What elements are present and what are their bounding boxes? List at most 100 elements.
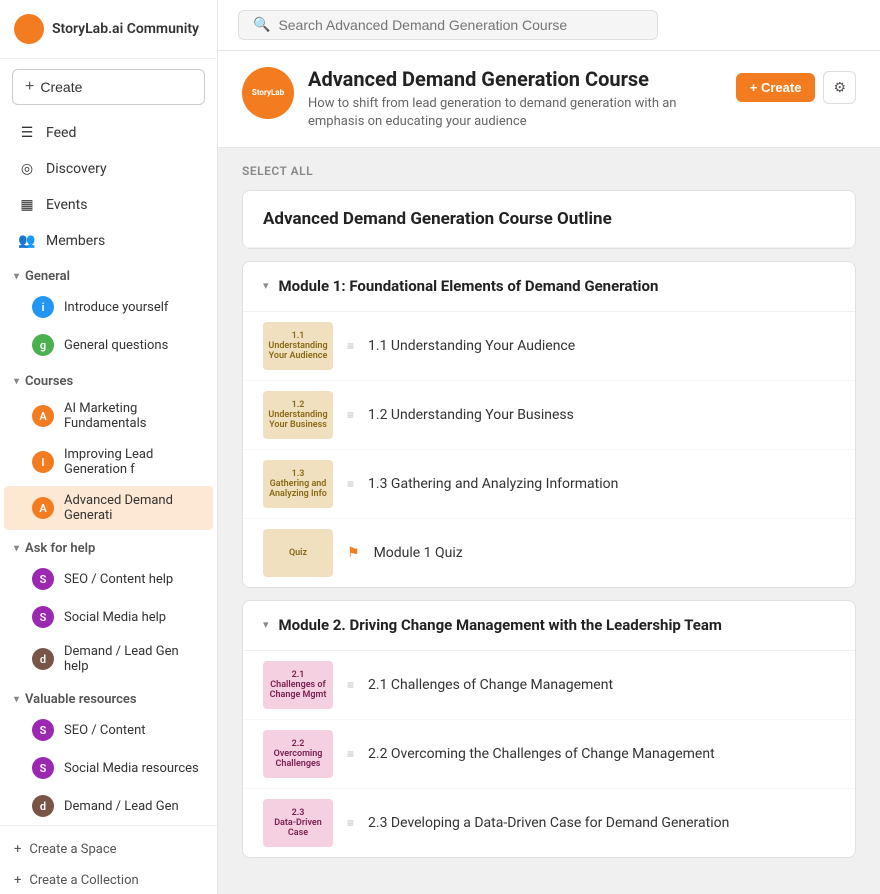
create-space-label: Create a Space xyxy=(29,842,116,857)
sidebar-item-demand-res[interactable]: d Demand / Lead Gen xyxy=(4,788,213,824)
search-icon: 🔍 xyxy=(253,17,270,33)
flag-icon: ⚑ xyxy=(347,545,360,561)
lesson-1-3-title: 1.3 Gathering and Analyzing Information xyxy=(368,476,618,492)
general-label: General xyxy=(25,269,70,284)
events-icon: ▦ xyxy=(18,196,36,214)
ask-help-chevron: ▾ xyxy=(14,543,19,554)
quiz-1-thumb: Quiz xyxy=(263,529,333,577)
course-create-button[interactable]: + Create xyxy=(736,73,816,102)
lesson-2-3-thumb: 2.3Data-DrivenCase xyxy=(263,799,333,847)
events-label: Events xyxy=(46,197,87,213)
advanced-demand-label: Advanced Demand Generati xyxy=(64,493,199,523)
module-2-title: Module 2. Driving Change Management with… xyxy=(279,615,722,636)
sidebar: StoryLab.ai Community + Create ☰ Feed ◎ … xyxy=(0,0,218,894)
social-help-avatar: S xyxy=(32,606,54,628)
courses-chevron: ▾ xyxy=(14,376,19,387)
nav-discovery[interactable]: ◎ Discovery xyxy=(4,152,213,186)
lesson-2-3-title: 2.3 Developing a Data-Driven Case for De… xyxy=(368,815,729,831)
sidebar-item-social-help[interactable]: S Social Media help xyxy=(4,599,213,635)
course-avatar: StoryLab xyxy=(242,67,294,119)
ai-marketing-avatar: A xyxy=(32,405,54,427)
module-2-card: ▾ Module 2. Driving Change Management wi… xyxy=(242,600,856,858)
demand-help-label: Demand / Lead Gen help xyxy=(64,644,199,674)
module-1-card: ▾ Module 1: Foundational Elements of Dem… xyxy=(242,261,856,588)
lesson-2-3: 2.3Data-DrivenCase ≡ 2.3 Developing a Da… xyxy=(243,789,855,857)
sidebar-item-general-questions[interactable]: g General questions xyxy=(4,327,213,363)
search-input[interactable] xyxy=(278,17,643,33)
search-box[interactable]: 🔍 xyxy=(238,10,658,40)
sidebar-item-ai-marketing[interactable]: A AI Marketing Fundamentals xyxy=(4,394,213,438)
select-all[interactable]: SELECT ALL xyxy=(242,164,856,178)
create-collection-icon: + xyxy=(14,873,21,888)
sidebar-item-social-res[interactable]: S Social Media resources xyxy=(4,750,213,786)
discovery-label: Discovery xyxy=(46,161,107,177)
course-header-right: + Create ⚙ xyxy=(736,67,856,104)
sidebar-item-improving-lead[interactable]: I Improving Lead Generation f xyxy=(4,440,213,484)
main-content: 🔍 StoryLab Advanced Demand Generation Co… xyxy=(218,0,880,894)
improving-lead-label: Improving Lead Generation f xyxy=(64,447,199,477)
module-1-header: ▾ Module 1: Foundational Elements of Dem… xyxy=(243,262,855,312)
course-header-left: StoryLab Advanced Demand Generation Cour… xyxy=(242,67,708,131)
app-name: StoryLab.ai Community xyxy=(52,21,199,37)
sidebar-item-seo-res[interactable]: S SEO / Content xyxy=(4,712,213,748)
create-collection-label: Create a Collection xyxy=(29,873,138,888)
drag-handle-1-1[interactable]: ≡ xyxy=(347,339,354,353)
sidebar-bottom: + Create a Space + Create a Collection xyxy=(0,825,217,894)
lesson-1-2-title: 1.2 Understanding Your Business xyxy=(368,407,574,423)
lesson-2-2-thumb: 2.2OvercomingChallenges xyxy=(263,730,333,778)
course-info: Advanced Demand Generation Course How to… xyxy=(308,67,708,131)
introduce-avatar: i xyxy=(32,296,54,318)
nav-events[interactable]: ▦ Events xyxy=(4,188,213,222)
topbar: 🔍 xyxy=(218,0,880,51)
improving-lead-avatar: I xyxy=(32,451,54,473)
lesson-2-1-thumb: 2.1Challenges ofChange Mgmt xyxy=(263,661,333,709)
course-settings-button[interactable]: ⚙ xyxy=(823,71,856,104)
drag-handle-2-1[interactable]: ≡ xyxy=(347,678,354,692)
valuable-label: Valuable resources xyxy=(25,692,137,707)
members-label: Members xyxy=(46,233,105,249)
lesson-1-2-thumb: 1.2UnderstandingYour Business xyxy=(263,391,333,439)
general-q-avatar: g xyxy=(32,334,54,356)
create-button[interactable]: + Create xyxy=(12,69,205,105)
nav-members[interactable]: 👥 Members xyxy=(4,224,213,258)
drag-handle-2-3[interactable]: ≡ xyxy=(347,816,354,830)
section-ask-help[interactable]: ▾ Ask for help xyxy=(0,531,217,560)
lesson-1-1-thumb: 1.1UnderstandingYour Audience xyxy=(263,322,333,370)
drag-handle-1-3[interactable]: ≡ xyxy=(347,477,354,491)
sidebar-item-demand-help[interactable]: d Demand / Lead Gen help xyxy=(4,637,213,681)
nav-feed[interactable]: ☰ Feed xyxy=(4,116,213,150)
lesson-1-1: 1.1UnderstandingYour Audience ≡ 1.1 Unde… xyxy=(243,312,855,381)
lesson-1-2: 1.2UnderstandingYour Business ≡ 1.2 Unde… xyxy=(243,381,855,450)
seo-res-label: SEO / Content xyxy=(64,723,146,738)
sidebar-item-seo-help[interactable]: S SEO / Content help xyxy=(4,561,213,597)
seo-help-avatar: S xyxy=(32,568,54,590)
create-space-button[interactable]: + Create a Space xyxy=(0,834,217,865)
quiz-1-title: Module 1 Quiz xyxy=(374,545,463,561)
module-2-chevron[interactable]: ▾ xyxy=(263,618,269,631)
course-title: Advanced Demand Generation Course xyxy=(308,67,708,91)
social-help-label: Social Media help xyxy=(64,610,166,625)
section-valuable-resources[interactable]: ▾ Valuable resources xyxy=(0,682,217,711)
ask-help-label: Ask for help xyxy=(25,541,95,556)
demand-res-label: Demand / Lead Gen xyxy=(64,799,179,814)
module-1-chevron[interactable]: ▾ xyxy=(263,279,269,292)
lesson-2-2-title: 2.2 Overcoming the Challenges of Change … xyxy=(368,746,715,762)
section-courses[interactable]: ▾ Courses xyxy=(0,364,217,393)
sidebar-item-advanced-demand[interactable]: A Advanced Demand Generati xyxy=(4,486,213,530)
gear-icon: ⚙ xyxy=(833,79,846,95)
create-collection-button[interactable]: + Create a Collection xyxy=(0,865,217,894)
discovery-icon: ◎ xyxy=(18,160,36,178)
feed-icon: ☰ xyxy=(18,124,36,142)
drag-handle-1-2[interactable]: ≡ xyxy=(347,408,354,422)
advanced-demand-avatar: A xyxy=(32,497,54,519)
section-general[interactable]: ▾ General xyxy=(0,259,217,288)
feed-label: Feed xyxy=(46,125,76,141)
lesson-2-2: 2.2OvercomingChallenges ≡ 2.2 Overcoming… xyxy=(243,720,855,789)
course-create-label: + Create xyxy=(750,80,802,95)
social-res-avatar: S xyxy=(32,757,54,779)
seo-help-label: SEO / Content help xyxy=(64,572,173,587)
content-area: SELECT ALL Advanced Demand Generation Co… xyxy=(218,148,880,894)
sidebar-item-introduce[interactable]: i Introduce yourself xyxy=(4,289,213,325)
introduce-label: Introduce yourself xyxy=(64,300,168,315)
drag-handle-2-2[interactable]: ≡ xyxy=(347,747,354,761)
